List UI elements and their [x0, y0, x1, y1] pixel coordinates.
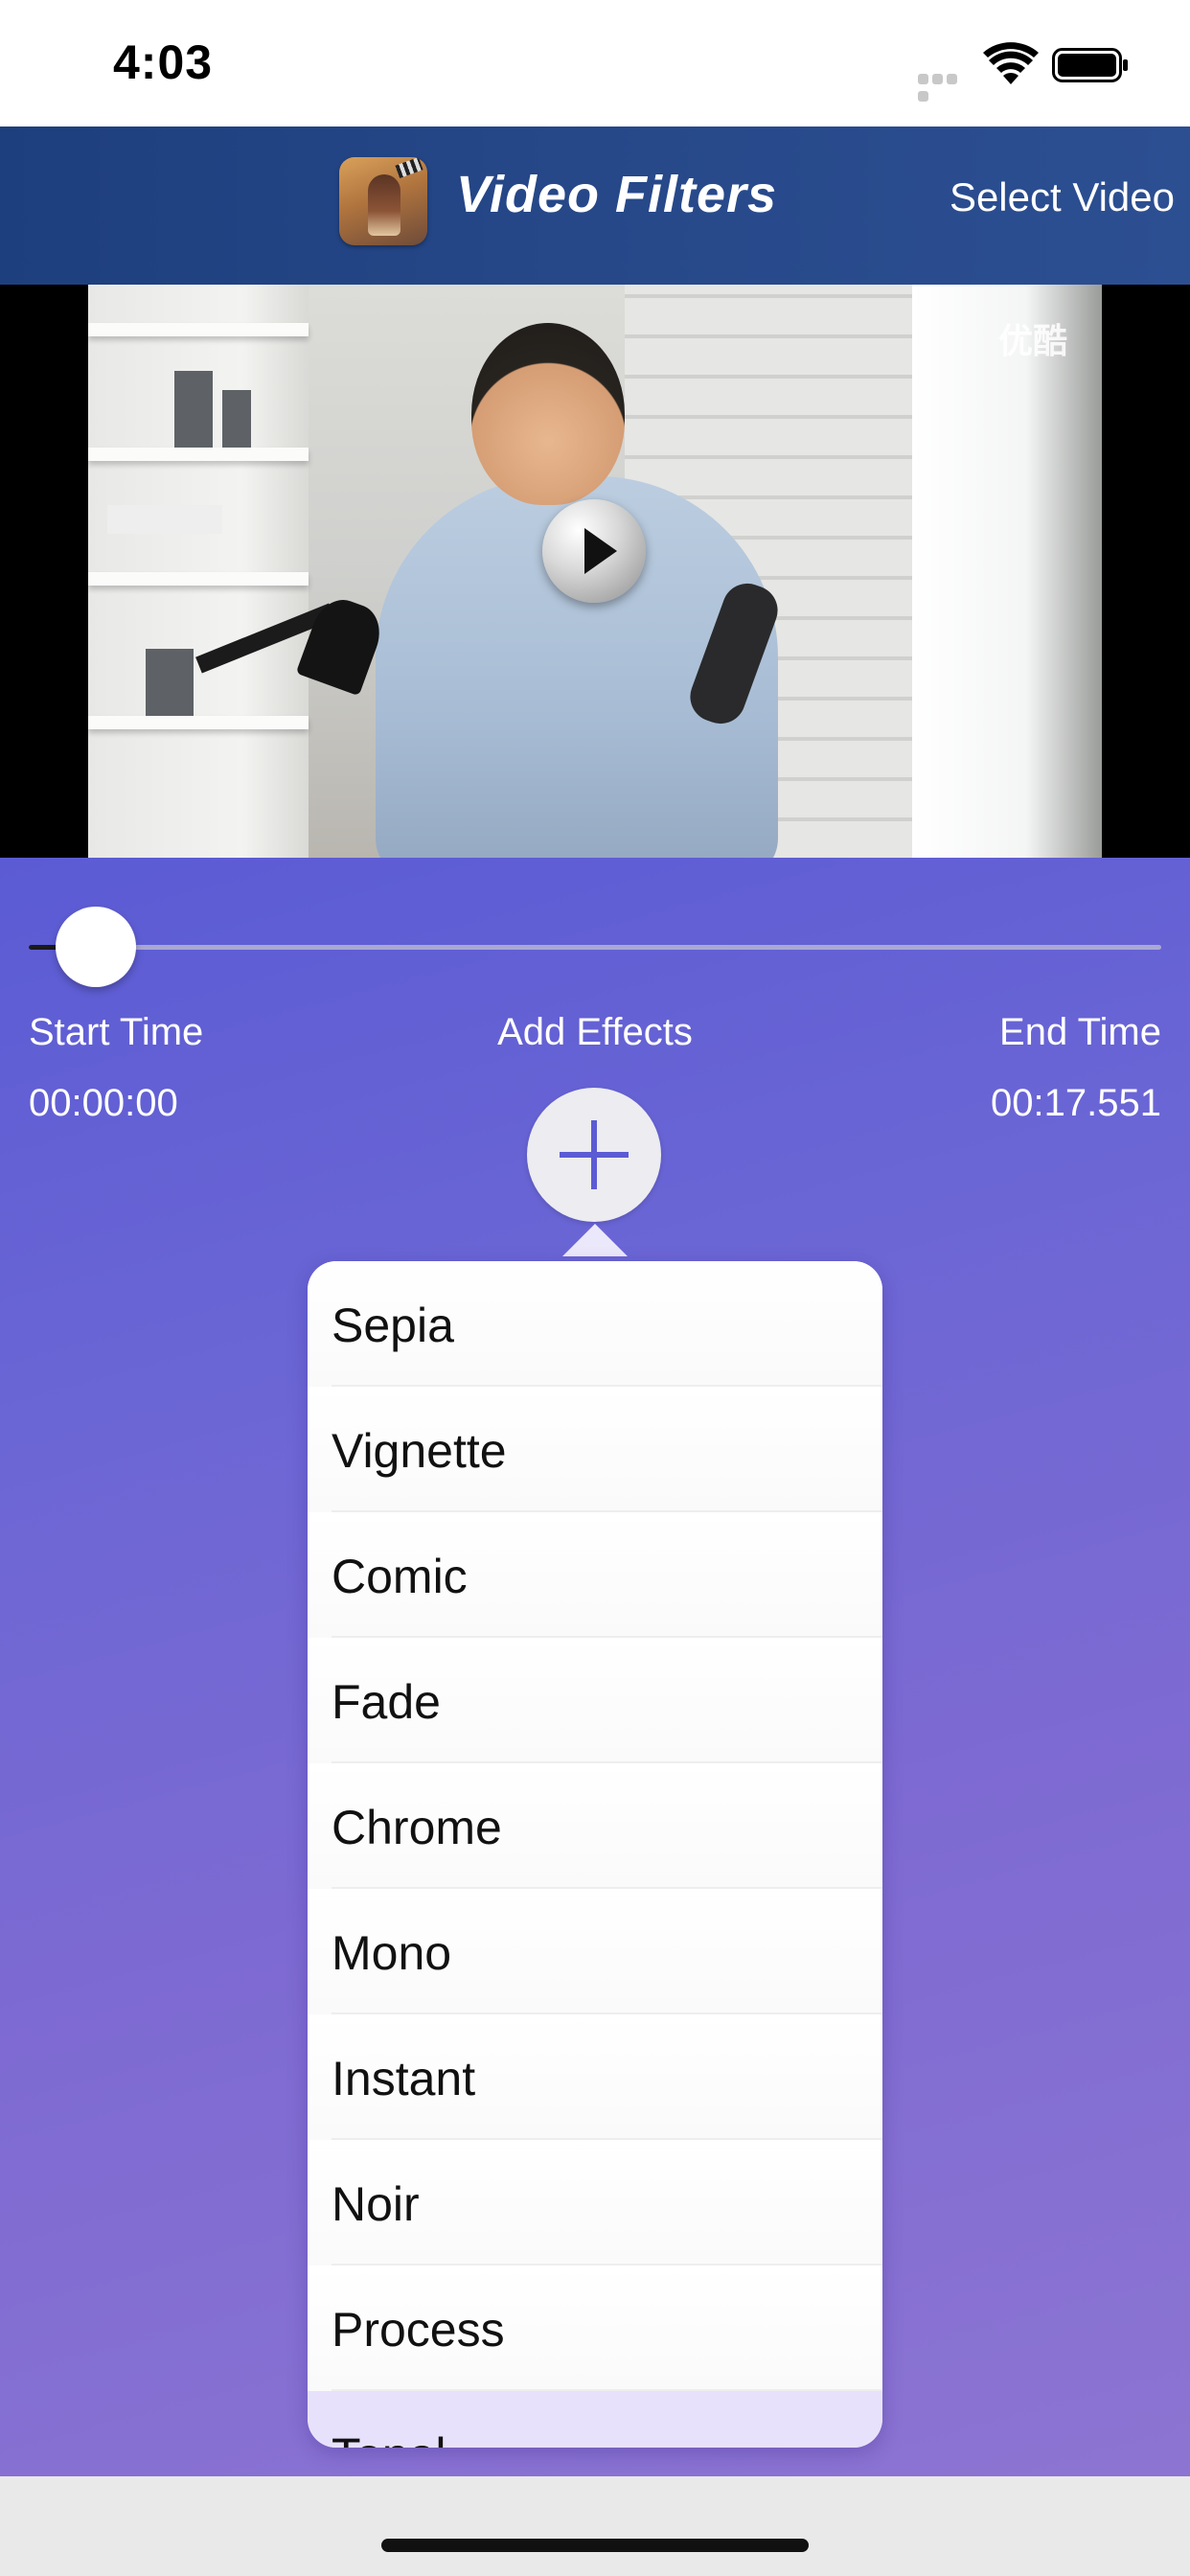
add-effect-button[interactable] [527, 1088, 661, 1222]
home-indicator[interactable] [381, 2539, 809, 2552]
app-logo [339, 157, 427, 245]
play-icon [584, 528, 617, 574]
effect-item-instant[interactable]: Instant [308, 2014, 882, 2140]
effect-item-label: Process [332, 2303, 505, 2357]
battery-icon [1052, 48, 1128, 82]
effect-item-chrome[interactable]: Chrome [308, 1763, 882, 1889]
effect-item-label: Tonal [332, 2427, 446, 2448]
app-title: Video Filters [456, 166, 778, 223]
effect-item-vignette[interactable]: Vignette [308, 1387, 882, 1512]
effects-menu: Sepia Vignette Comic Fade Chrome Mono In… [308, 1261, 882, 2448]
effect-item-label: Comic [332, 1550, 468, 1603]
effect-item-tonal[interactable]: Tonal [308, 2391, 882, 2448]
effect-item-mono[interactable]: Mono [308, 1889, 882, 2014]
effect-item-label: Sepia [332, 1299, 454, 1352]
effect-item-sepia[interactable]: Sepia [308, 1261, 882, 1387]
effect-item-noir[interactable]: Noir [308, 2140, 882, 2266]
effect-item-label: Mono [332, 1926, 452, 1980]
end-time-value: 00:17.551 [991, 1082, 1161, 1124]
signal-icon [918, 72, 973, 102]
effect-item-label: Fade [332, 1675, 441, 1729]
editor-panel: Start Time 00:00:00 Add Effects End Time… [0, 858, 1190, 2476]
select-video-button[interactable]: Select Video [950, 174, 1175, 220]
popover-arrow [562, 1224, 628, 1256]
effect-item-process[interactable]: Process [308, 2266, 882, 2391]
status-time: 4:03 [113, 35, 214, 89]
effect-item-label: Instant [332, 2052, 476, 2105]
navigation-bar: Video Filters Select Video [0, 126, 1190, 285]
effect-item-label: Vignette [332, 1424, 507, 1478]
effect-item-label: Noir [332, 2177, 420, 2231]
time-slider-track[interactable] [29, 945, 1161, 950]
time-slider-thumb[interactable] [56, 907, 136, 987]
wifi-icon [983, 42, 1039, 84]
status-bar: 4:03 [0, 0, 1190, 126]
effect-item-fade[interactable]: Fade [308, 1638, 882, 1763]
home-bar [0, 2476, 1190, 2576]
end-time-label: End Time [999, 1011, 1161, 1053]
video-player[interactable]: 优酷 [0, 285, 1190, 858]
video-watermark: 优酷 [997, 321, 1067, 360]
effect-item-label: Chrome [332, 1801, 502, 1854]
start-time-value: 00:00:00 [29, 1082, 178, 1124]
effect-item-comic[interactable]: Comic [308, 1512, 882, 1638]
play-button[interactable] [542, 499, 646, 603]
